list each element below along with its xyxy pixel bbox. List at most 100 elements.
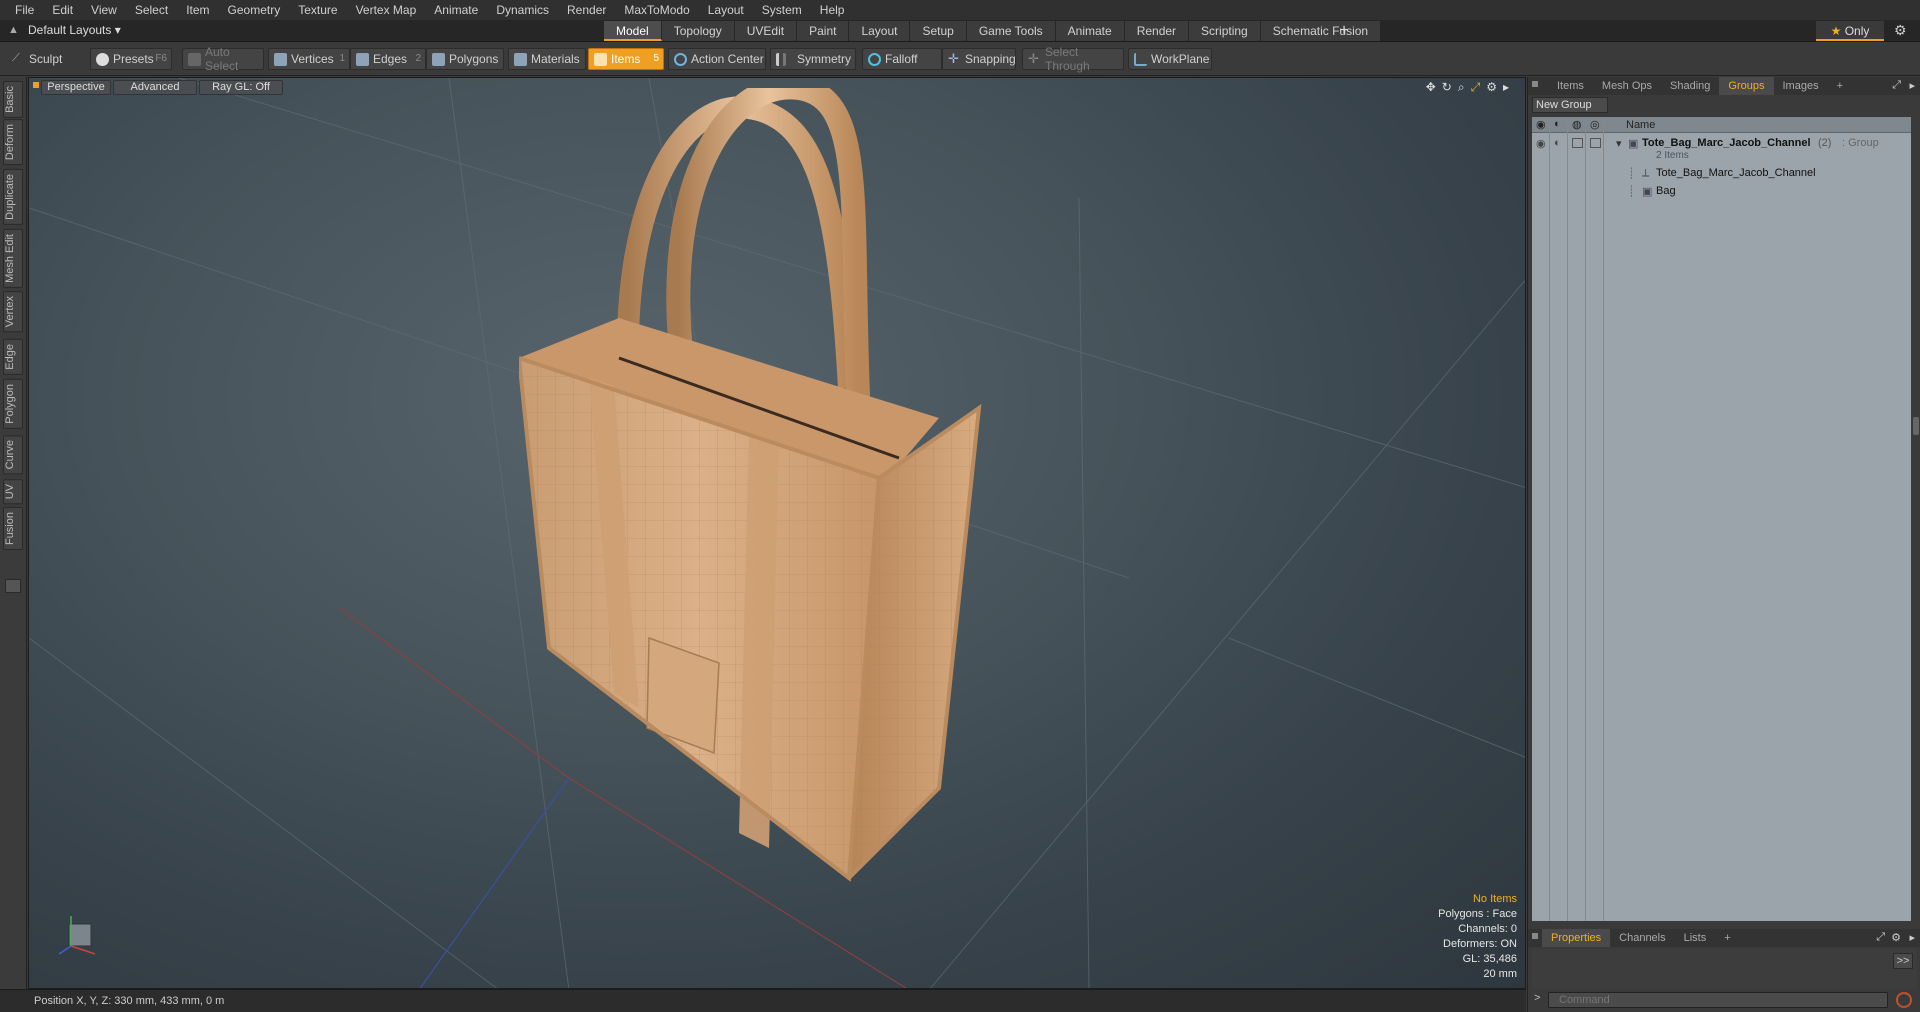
menu-texture[interactable]: Texture — [289, 0, 346, 20]
menu-layout[interactable]: Layout — [699, 0, 753, 20]
symmetry-button[interactable]: Symmetry — [770, 48, 856, 70]
perspective-button[interactable]: Perspective — [41, 80, 111, 95]
play-icon[interactable]: ▸ — [1503, 80, 1509, 95]
menu-view[interactable]: View — [82, 0, 126, 20]
layout-select[interactable]: Default Layouts ▾ — [28, 23, 121, 37]
side-tab-polygon[interactable]: Polygon — [3, 379, 23, 429]
snapping-button[interactable]: ✛ Snapping — [942, 48, 1016, 70]
menu-item[interactable]: Item — [177, 0, 218, 20]
falloff-button[interactable]: Falloff — [862, 48, 942, 70]
tab-items[interactable]: Items — [1548, 77, 1593, 95]
side-tab-duplicate[interactable]: Duplicate — [3, 169, 23, 225]
tab-animate[interactable]: Animate — [1055, 21, 1125, 41]
tab-uvedit[interactable]: UVEdit — [734, 21, 798, 41]
auto-select-button[interactable]: Auto Select — [182, 45, 264, 73]
lock-checkbox[interactable] — [1572, 138, 1583, 148]
3d-viewport[interactable]: Perspective Advanced Ray GL: Off ✥ ↻ ⌕ ⤢… — [28, 77, 1526, 989]
side-tab-uv[interactable]: UV — [3, 479, 23, 505]
select-checkbox[interactable] — [1590, 138, 1601, 148]
tab-paint[interactable]: Paint — [797, 21, 850, 41]
name-column-header[interactable]: Name — [1626, 119, 1655, 131]
sculpt-button[interactable]: ⟋ Sculpt — [6, 48, 90, 70]
visibility-column — [1532, 117, 1550, 921]
record-icon[interactable] — [1896, 992, 1912, 1008]
tree-row-child-mesh[interactable]: ┊ ▣ Bag — [1532, 183, 1911, 201]
maximize-icon[interactable]: ⤢ — [1876, 931, 1885, 944]
tab-render[interactable]: Render — [1124, 21, 1190, 41]
advanced-button[interactable]: Advanced — [113, 80, 197, 95]
new-group-button[interactable]: New Group — [1532, 97, 1608, 113]
tab-scripting[interactable]: Scripting — [1189, 21, 1261, 41]
side-tab-deform[interactable]: Deform — [3, 119, 23, 166]
tree-row-child-locator[interactable]: ┊ ⟂ Tote_Bag_Marc_Jacob_Channel — [1532, 165, 1911, 183]
add-bottom-tab[interactable]: + — [1715, 929, 1739, 947]
tote-bag-model[interactable] — [519, 88, 1159, 988]
workplane-button[interactable]: WorkPlane — [1128, 48, 1212, 70]
vertices-button[interactable]: Vertices 1 — [268, 48, 350, 70]
gear-icon[interactable]: ⚙ — [1891, 931, 1901, 944]
tab-mesh-ops[interactable]: Mesh Ops — [1593, 77, 1661, 95]
add-panel-tab[interactable]: + — [1828, 77, 1852, 95]
select-through-button[interactable]: ✛ Select Through — [1022, 45, 1124, 73]
raygl-button[interactable]: Ray GL: Off — [199, 80, 283, 95]
expand-button[interactable]: >> — [1893, 953, 1913, 969]
tab-layout[interactable]: Layout — [849, 21, 911, 41]
zoom-icon[interactable]: ⌕ — [1458, 80, 1465, 95]
tab-channels[interactable]: Channels — [1610, 929, 1674, 947]
items-button[interactable]: Items 5 — [588, 48, 664, 70]
side-tab-mesh-edit[interactable]: Mesh Edit — [3, 229, 23, 288]
group-count: (2) — [1818, 137, 1832, 149]
tab-topology[interactable]: Topology — [661, 21, 735, 41]
child-locator-name: Tote_Bag_Marc_Jacob_Channel — [1656, 167, 1816, 179]
tab-setup[interactable]: Setup — [910, 21, 967, 41]
falloff-icon — [868, 53, 881, 66]
tree-scrollbar[interactable] — [1913, 417, 1919, 435]
move-icon[interactable]: ✥ — [1426, 80, 1436, 95]
gear-icon[interactable]: ⚙ — [1894, 22, 1907, 39]
command-input[interactable] — [1548, 992, 1888, 1008]
tab-schematic-fusion[interactable]: Schematic Fusion — [1260, 21, 1382, 41]
side-tab-basic[interactable]: Basic — [3, 81, 23, 118]
edges-button[interactable]: Edges 2 — [350, 48, 426, 70]
menu-select[interactable]: Select — [126, 0, 177, 20]
menu-vertex-map[interactable]: Vertex Map — [347, 0, 426, 20]
viewport-header: Perspective Advanced Ray GL: Off — [29, 78, 1525, 98]
presets-button[interactable]: Presets F6 — [90, 48, 172, 70]
chevron-right-icon[interactable]: ▸ — [1909, 931, 1915, 944]
menu-edit[interactable]: Edit — [43, 0, 82, 20]
menu-geometry[interactable]: Geometry — [219, 0, 290, 20]
menu-animate[interactable]: Animate — [425, 0, 487, 20]
add-tab-button[interactable]: + — [1334, 20, 1354, 42]
maximize-icon[interactable]: ⤢ — [1471, 80, 1481, 95]
tab-game-tools[interactable]: Game Tools — [966, 21, 1056, 41]
maximize-icon[interactable]: ⤢ — [1892, 79, 1901, 92]
menu-file[interactable]: File — [6, 0, 43, 20]
side-tab-vertex[interactable]: Vertex — [3, 291, 23, 333]
tab-shading[interactable]: Shading — [1661, 77, 1719, 95]
side-tab-fusion[interactable]: Fusion — [3, 507, 23, 551]
home-icon[interactable]: ▲ — [8, 24, 20, 36]
side-tab-curve[interactable]: Curve — [3, 435, 23, 475]
tab-model[interactable]: Model — [604, 21, 662, 41]
side-collapse-button[interactable] — [5, 579, 21, 593]
tab-groups[interactable]: Groups — [1719, 77, 1774, 95]
menu-system[interactable]: System — [753, 0, 811, 20]
side-tab-edge[interactable]: Edge — [3, 339, 23, 375]
tab-images[interactable]: Images — [1774, 77, 1828, 95]
workplane-label: WorkPlane — [1151, 52, 1210, 66]
render-icon[interactable]: ◐ — [1554, 137, 1561, 149]
menu-help[interactable]: Help — [811, 0, 854, 20]
gear-icon[interactable]: ⚙ — [1486, 80, 1497, 95]
menu-maxtomodo[interactable]: MaxToModo — [615, 0, 698, 20]
tab-lists[interactable]: Lists — [1675, 929, 1716, 947]
rotate-icon[interactable]: ↻ — [1442, 80, 1452, 95]
menu-dynamics[interactable]: Dynamics — [487, 0, 558, 20]
action-center-button[interactable]: Action Center — [668, 48, 766, 70]
menu-render[interactable]: Render — [558, 0, 615, 20]
tab-properties[interactable]: Properties — [1542, 929, 1611, 947]
materials-button[interactable]: Materials — [508, 48, 586, 70]
only-toggle[interactable]: ★ Only — [1816, 21, 1884, 41]
polygons-button[interactable]: Polygons — [426, 48, 504, 70]
chevron-right-icon[interactable]: ▸ — [1909, 79, 1915, 92]
axis-gizmo — [58, 916, 96, 955]
